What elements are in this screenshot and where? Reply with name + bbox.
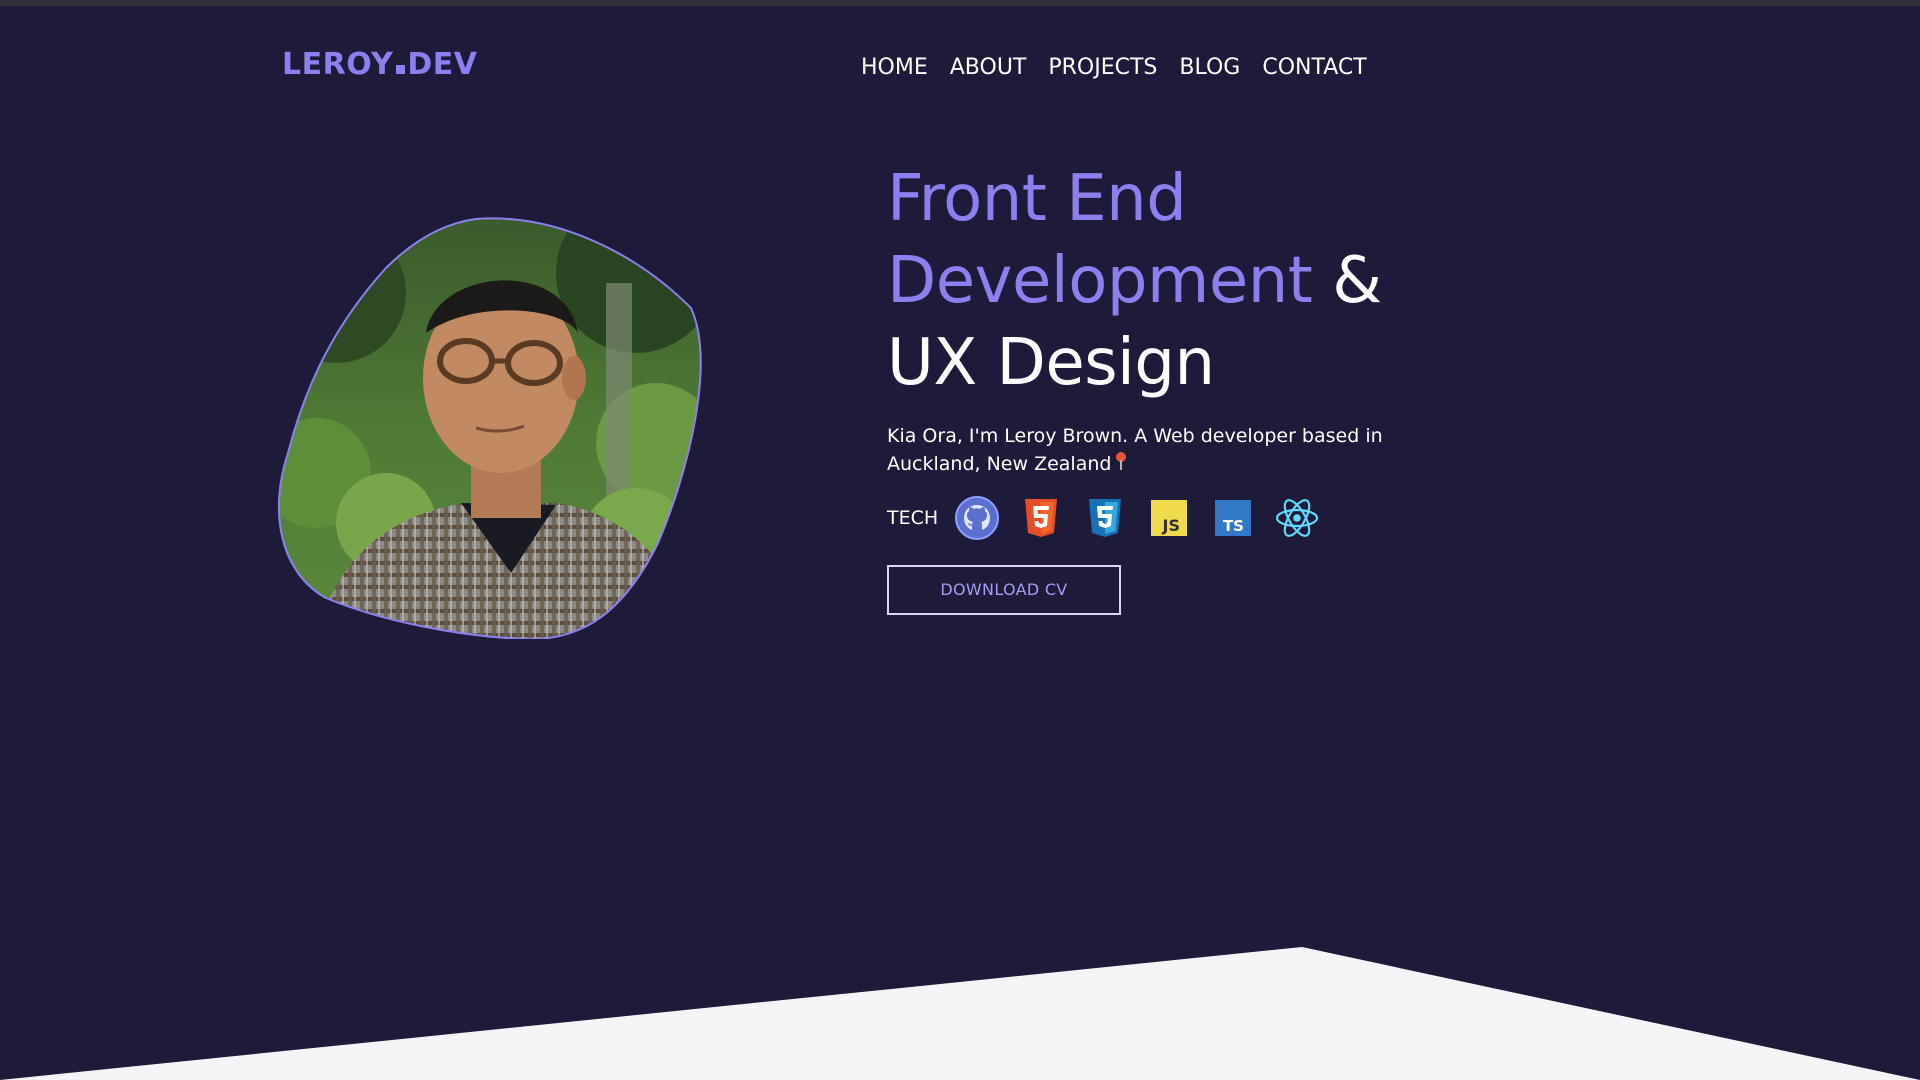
logo-text-left: LEROY bbox=[282, 47, 394, 82]
logo-dot bbox=[396, 65, 406, 74]
nav-blog[interactable]: BLOG bbox=[1179, 52, 1240, 84]
headline-line-1: Front End bbox=[887, 162, 1187, 236]
nav-home[interactable]: HOME bbox=[861, 52, 928, 84]
intro-text: Kia Ora, I'm Leroy Brown. A Web develope… bbox=[887, 425, 1383, 475]
bottom-section-divider bbox=[0, 947, 1920, 1080]
site-logo[interactable]: LEROY DEV bbox=[282, 46, 478, 84]
logo-text-right: DEV bbox=[407, 47, 478, 82]
svg-text:TS: TS bbox=[1223, 517, 1244, 535]
html5-icon[interactable] bbox=[1018, 495, 1064, 541]
hero-headline: Front End Development & UX Design bbox=[887, 158, 1587, 404]
hero-intro: Kia Ora, I'm Leroy Brown. A Web develope… bbox=[887, 422, 1447, 479]
download-cv-button[interactable]: DOWNLOAD CV bbox=[887, 564, 1121, 615]
tech-stack: TECH JS TS bbox=[887, 495, 1587, 541]
main-nav: HOME ABOUT PROJECTS BLOG CONTACT bbox=[861, 52, 1367, 84]
headline-line-2: Development bbox=[887, 244, 1313, 318]
nav-contact[interactable]: CONTACT bbox=[1262, 52, 1366, 84]
location-pin-icon bbox=[1115, 451, 1127, 479]
nav-projects[interactable]: PROJECTS bbox=[1048, 52, 1157, 84]
portfolio-page: LEROY DEV HOME ABOUT PROJECTS BLOG CONTAC… bbox=[0, 0, 1920, 1080]
headline-line-3: UX Design bbox=[887, 326, 1215, 400]
github-icon[interactable] bbox=[954, 495, 1000, 541]
profile-photo-blob bbox=[277, 217, 702, 639]
nav-about[interactable]: ABOUT bbox=[950, 52, 1027, 84]
typescript-icon[interactable]: TS bbox=[1210, 495, 1256, 541]
javascript-icon[interactable]: JS bbox=[1146, 495, 1192, 541]
react-icon[interactable] bbox=[1274, 495, 1320, 541]
window-top-border bbox=[0, 0, 1920, 6]
headline-ampersand: & bbox=[1332, 244, 1382, 318]
css3-icon[interactable] bbox=[1082, 495, 1128, 541]
tech-label: TECH bbox=[887, 506, 939, 529]
profile-photo bbox=[276, 213, 702, 639]
hero-section: Front End Development & UX Design Kia Or… bbox=[887, 158, 1587, 615]
svg-text:JS: JS bbox=[1162, 516, 1180, 535]
